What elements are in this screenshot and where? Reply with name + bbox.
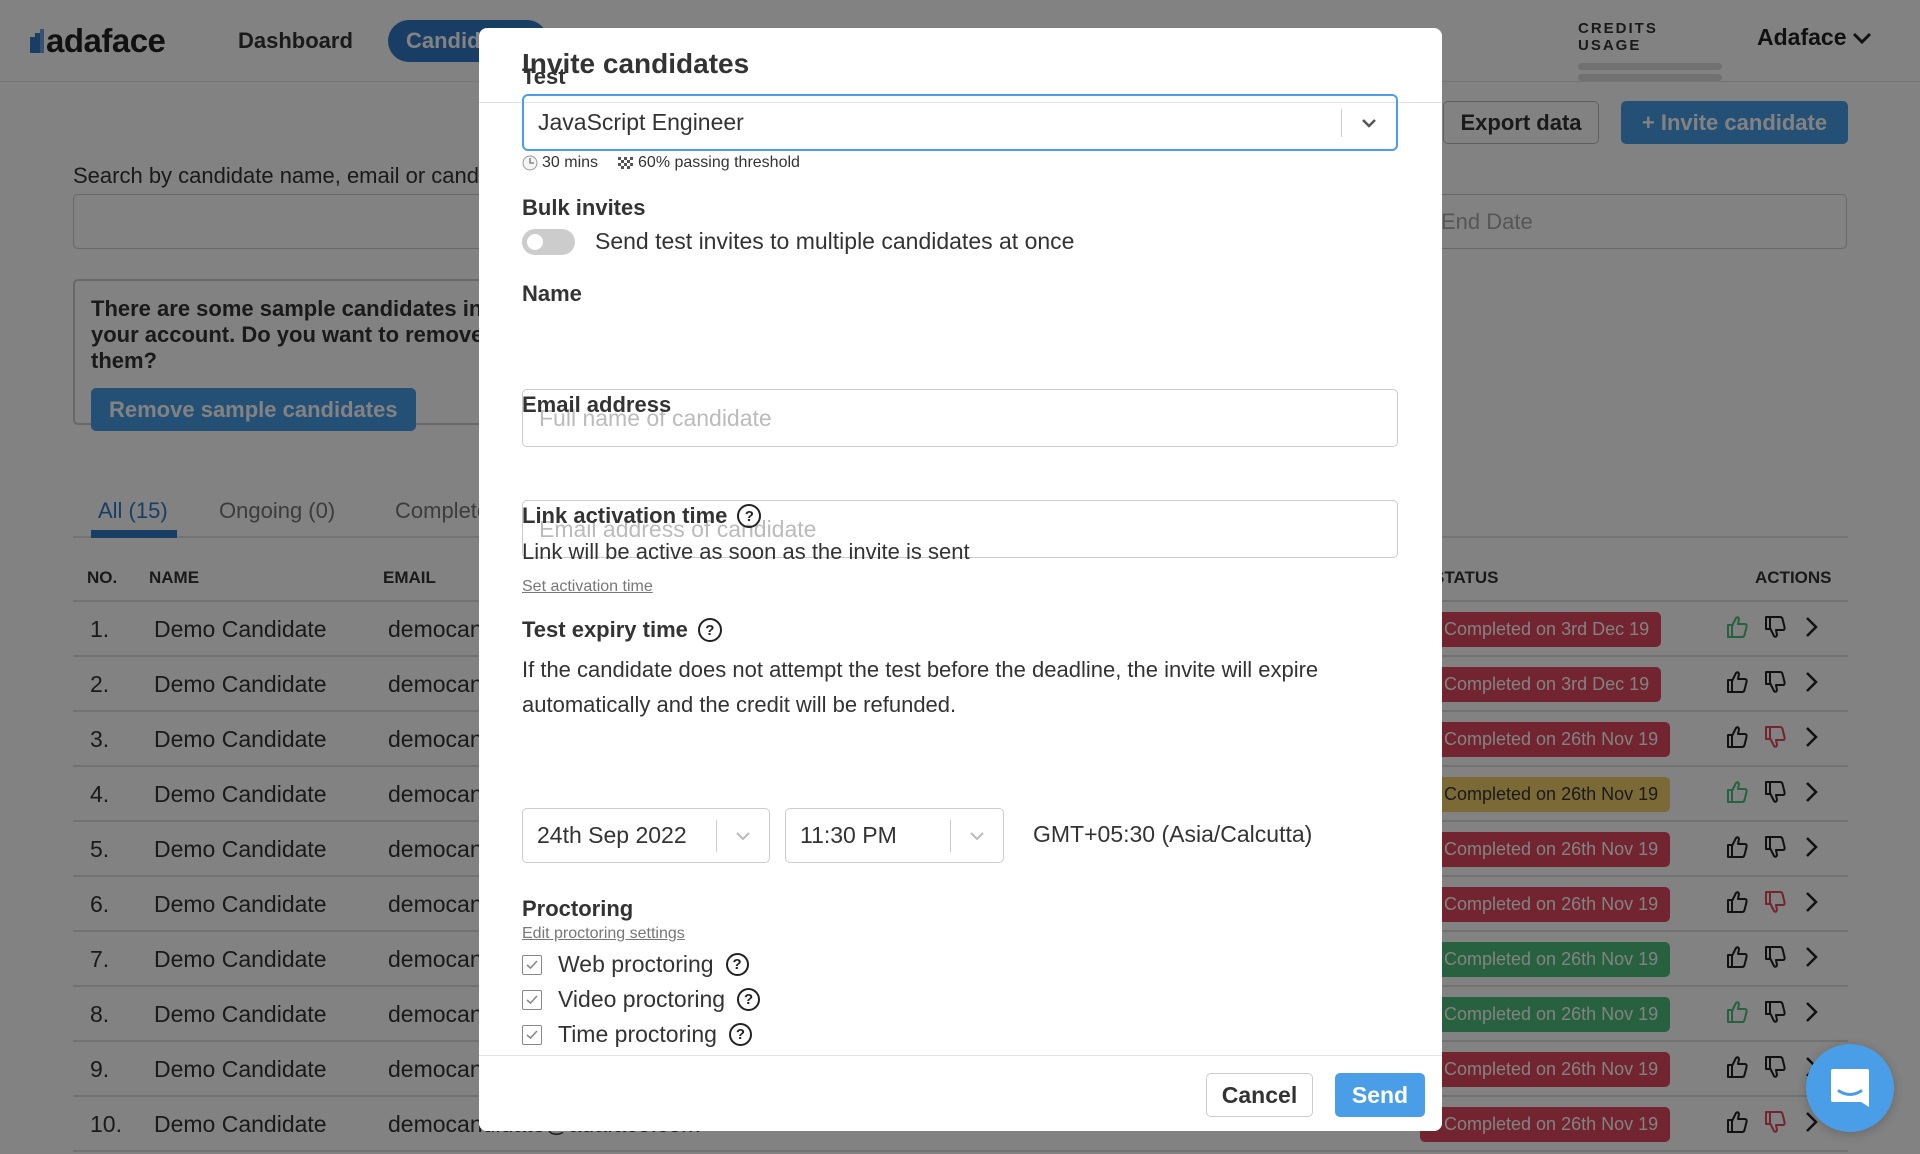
test-expiry-heading: Test expiry time ? (522, 617, 722, 643)
chat-launcher-button[interactable] (1806, 1044, 1894, 1132)
test-duration: 30 mins (542, 154, 599, 171)
link-activation-label: Link activation time (522, 503, 728, 528)
chevron-down-icon[interactable] (717, 809, 769, 862)
test-threshold: 60% passing threshold (638, 154, 800, 171)
help-icon[interactable]: ? (697, 618, 722, 642)
test-expiry-label: Test expiry time (522, 617, 688, 642)
bulk-invites-text: Send test invites to multiple candidates… (595, 228, 1075, 254)
test-label: Test (522, 64, 566, 89)
toggle-knob (527, 233, 543, 250)
expiry-time-select[interactable]: 11:30 PM (785, 808, 1004, 863)
chevron-down-icon[interactable] (951, 809, 1003, 862)
test-select-value: JavaScript Engineer (538, 109, 744, 135)
expiry-time-value: 11:30 PM (800, 822, 897, 848)
checkered-flag-icon (618, 157, 635, 169)
video-proctoring-checkbox[interactable] (522, 989, 542, 1010)
help-icon[interactable]: ? (737, 504, 762, 528)
cancel-button[interactable]: Cancel (1206, 1073, 1313, 1117)
time-proctoring-checkbox[interactable] (522, 1024, 542, 1045)
web-proctoring-checkbox[interactable] (522, 954, 542, 975)
clock-icon (522, 155, 538, 171)
expiry-date-select[interactable]: 24th Sep 2022 (522, 808, 770, 863)
modal-title: Invite candidates (522, 48, 750, 79)
bulk-invites-row: Send test invites to multiple candidates… (522, 228, 1074, 255)
email-label: Email address (522, 392, 672, 417)
modal-header: Invite candidates (479, 28, 1442, 103)
time-proctoring-label: Time proctoring (558, 1021, 717, 1047)
help-icon[interactable]: ? (728, 1023, 752, 1046)
chat-icon (1831, 1069, 1869, 1107)
chevron-down-icon[interactable] (1342, 96, 1396, 149)
link-activation-heading: Link activation time ? (522, 503, 762, 529)
modal-footer: Cancel Send (479, 1055, 1442, 1131)
edit-proctoring-settings-link[interactable]: Edit proctoring settings (522, 925, 685, 943)
time-proctoring-option[interactable]: Time proctoring ? (522, 1021, 752, 1048)
invite-candidates-modal: Invite candidates Test JavaScript Engine… (479, 28, 1442, 1131)
video-proctoring-option[interactable]: Video proctoring ? (522, 986, 761, 1013)
expiry-date-value: 24th Sep 2022 (537, 822, 687, 848)
video-proctoring-label: Video proctoring (558, 986, 726, 1012)
link-activation-description: Link will be active as soon as the invit… (522, 539, 970, 564)
timezone-text: GMT+05:30 (Asia/Calcutta) (1033, 821, 1313, 847)
bulk-invites-label: Bulk invites (522, 195, 646, 220)
test-meta: 30 mins 60% passing threshold (522, 154, 800, 172)
help-icon[interactable]: ? (725, 953, 749, 976)
send-button[interactable]: Send (1335, 1073, 1425, 1117)
test-expiry-description: If the candidate does not attempt the te… (522, 657, 1319, 717)
web-proctoring-label: Web proctoring (558, 951, 714, 977)
web-proctoring-option[interactable]: Web proctoring ? (522, 951, 749, 978)
name-label: Name (522, 281, 582, 306)
help-icon[interactable]: ? (737, 988, 761, 1011)
bulk-invites-toggle[interactable] (522, 228, 575, 255)
test-select[interactable]: JavaScript Engineer (522, 94, 1398, 151)
set-activation-time-link[interactable]: Set activation time (522, 578, 653, 596)
proctoring-label: Proctoring (522, 896, 634, 921)
